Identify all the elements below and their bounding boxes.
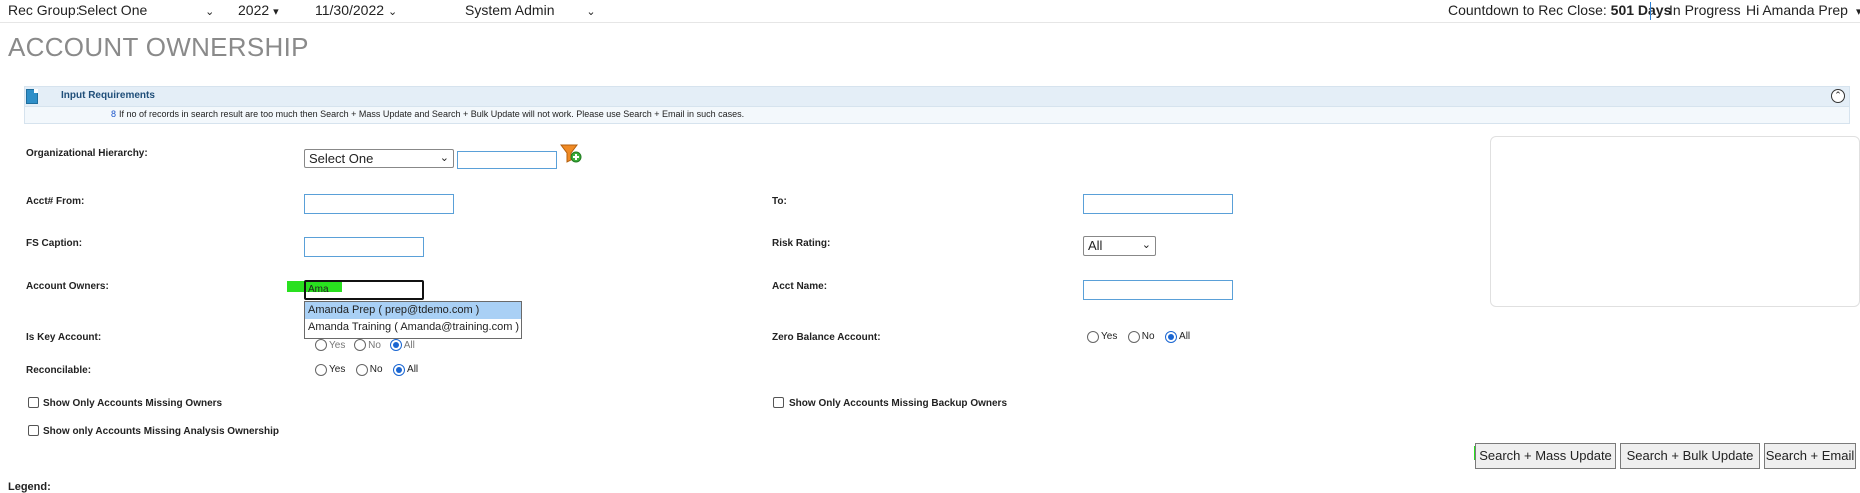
- top-bar: Rec Group: Select One ⌄ 2022 ▾ 11/30/2022…: [0, 0, 1860, 23]
- missing-backup-checkbox[interactable]: [773, 397, 784, 408]
- requirement-note: 8 If no of records in search result are t…: [111, 109, 745, 119]
- zero-balance-label: Zero Balance Account:: [772, 332, 881, 343]
- filter-add-icon[interactable]: [560, 143, 582, 163]
- org-hierarchy-select[interactable]: Select One ⌄: [304, 149, 454, 168]
- account-owners-label: Account Owners:: [26, 281, 109, 292]
- status-text: In Progress: [1669, 2, 1741, 18]
- search-mass-update-button[interactable]: Search + Mass Update: [1475, 443, 1616, 469]
- radio-all[interactable]: [1165, 330, 1178, 343]
- radio-yes[interactable]: [1087, 330, 1099, 343]
- reconcilable-label: Reconcilable:: [26, 365, 92, 376]
- radio-no[interactable]: [355, 363, 368, 376]
- autocomplete-option[interactable]: Amanda Training ( Amanda@training.com ): [305, 319, 521, 336]
- is-key-label: Is Key Account:: [26, 332, 102, 343]
- missing-owners-checkbox[interactable]: [28, 397, 39, 408]
- fs-caption-label: FS Caption:: [26, 238, 83, 249]
- divider: [1650, 2, 1651, 20]
- radio-yes[interactable]: [315, 363, 327, 376]
- missing-analysis-checkbox[interactable]: [28, 425, 39, 436]
- acct-to-input[interactable]: [1083, 194, 1233, 214]
- fs-caption-input[interactable]: [304, 237, 424, 257]
- radio-yes[interactable]: [315, 339, 327, 351]
- rec-group-select[interactable]: Select One ⌄: [78, 2, 214, 18]
- panel-title: Input Requirements: [61, 90, 155, 101]
- to-label: To:: [772, 196, 787, 207]
- date-select[interactable]: 11/30/2022 ⌄: [315, 2, 397, 18]
- account-owners-input[interactable]: Ama: [304, 280, 424, 300]
- rec-group-label: Rec Group:: [8, 2, 80, 18]
- chevron-down-icon: ⌄: [439, 152, 449, 164]
- chevron-down-icon: ⌄: [1141, 239, 1151, 251]
- document-icon: [26, 89, 38, 104]
- is-key-radio-group: Yes No All: [315, 339, 421, 351]
- page-title: ACCOUNT OWNERSHIP: [8, 32, 309, 62]
- autocomplete-option[interactable]: Amanda Prep ( prep@tdemo.com ): [305, 302, 521, 319]
- missing-owners-label: Show Only Accounts Missing Owners: [43, 398, 223, 409]
- org-hierarchy-input[interactable]: [457, 151, 557, 169]
- collapse-icon[interactable]: ⌃: [1831, 89, 1845, 103]
- radio-no[interactable]: [354, 339, 367, 351]
- acct-from-input[interactable]: [304, 194, 454, 214]
- chevron-down-icon: ⌄: [388, 6, 398, 18]
- chevron-down-icon: ⌄: [586, 6, 596, 18]
- acct-name-label: Acct Name:: [772, 281, 828, 292]
- radio-no[interactable]: [1127, 330, 1140, 343]
- year-select[interactable]: 2022 ▾: [238, 2, 279, 18]
- risk-rating-label: Risk Rating:: [772, 238, 831, 249]
- search-bulk-update-button[interactable]: Search + Bulk Update: [1620, 443, 1760, 469]
- acct-name-input[interactable]: [1083, 280, 1233, 300]
- acct-from-label: Acct# From:: [26, 196, 85, 207]
- note-number: 8: [111, 109, 117, 119]
- missing-backup-label: Show Only Accounts Missing Backup Owners: [789, 398, 1008, 409]
- user-menu[interactable]: Hi Amanda Prep ▾: [1746, 2, 1860, 18]
- input-requirements-panel: Input Requirements ⌃ 8 If no of records i…: [24, 86, 1850, 124]
- owner-autocomplete-list: Amanda Prep ( prep@tdemo.com ) Amanda Tr…: [304, 301, 522, 339]
- missing-analysis-label: Show only Accounts Missing Analysis Owne…: [43, 426, 279, 437]
- search-email-button[interactable]: Search + Email: [1764, 443, 1856, 469]
- risk-rating-select[interactable]: All ⌄: [1083, 236, 1156, 256]
- caret-down-icon: ▾: [1855, 6, 1860, 18]
- legend-label: Legend:: [8, 481, 51, 493]
- countdown: Countdown to Rec Close: 501 Days: [1448, 2, 1672, 18]
- reconcilable-radio-group: Yes No All: [315, 361, 424, 379]
- side-panel: [1490, 136, 1860, 307]
- zero-balance-radio-group: Yes No All: [1087, 328, 1196, 346]
- chevron-down-icon: ⌄: [205, 6, 215, 18]
- role-select[interactable]: System Admin ⌄: [465, 2, 596, 18]
- caret-down-icon: ▾: [273, 6, 279, 18]
- org-hierarchy-label: Organizational Hierarchy:: [26, 148, 148, 159]
- panel-header[interactable]: Input Requirements ⌃: [25, 87, 1849, 107]
- radio-all[interactable]: [389, 339, 402, 351]
- radio-all[interactable]: [393, 363, 406, 376]
